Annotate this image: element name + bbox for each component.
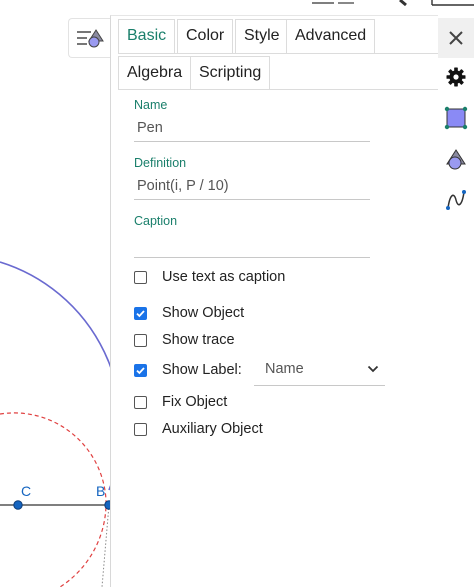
tab-scripting[interactable]: Scripting: [190, 56, 271, 90]
settings-button[interactable]: [438, 59, 474, 95]
point-c-label: C: [21, 483, 31, 499]
close-icon: [449, 31, 463, 45]
shapes-button[interactable]: [438, 141, 474, 177]
gear-icon: [446, 67, 466, 87]
label-style-value: Name: [265, 361, 304, 377]
square-object-icon: [444, 106, 468, 130]
fix-object-option[interactable]: Fix Object: [134, 392, 227, 412]
curve-button[interactable]: [438, 182, 474, 218]
show-trace-label: Show trace: [162, 332, 235, 348]
point-c: [13, 500, 23, 510]
show-object-option[interactable]: Show Object: [134, 303, 244, 323]
name-label: Name: [134, 98, 168, 112]
tab-advanced[interactable]: Advanced: [286, 19, 376, 53]
tab-color[interactable]: Color: [177, 19, 234, 53]
auxiliary-object-checkbox[interactable]: [134, 422, 147, 436]
use-text-as-caption-label: Use text as caption: [162, 269, 286, 285]
top-toolbar-fragment: [312, 0, 474, 6]
fix-object-checkbox[interactable]: [134, 395, 147, 409]
object-properties-button[interactable]: [438, 100, 474, 136]
show-object-label: Show Object: [162, 305, 245, 321]
point-b-label: B: [96, 483, 105, 499]
definition-label: Definition: [134, 156, 187, 170]
tab-divider: [118, 53, 445, 54]
use-text-as-caption-checkbox[interactable]: [134, 270, 147, 284]
app-window: C B Basic Color Style Advanced Algebra S…: [0, 0, 474, 587]
name-field[interactable]: Pen: [134, 114, 370, 142]
arc-curve: [0, 261, 112, 491]
graphics-view[interactable]: C B: [0, 0, 112, 587]
algebra-view-icon: [76, 29, 104, 48]
shapes-icon: [446, 149, 466, 170]
tab-style[interactable]: Style: [235, 19, 289, 53]
auxiliary-object-label: Auxiliary Object: [162, 421, 263, 437]
tab-algebra[interactable]: Algebra: [118, 56, 192, 90]
show-label-label: Show Label:: [162, 362, 242, 378]
show-label-checkbox[interactable]: [134, 363, 147, 377]
fix-object-label: Fix Object: [162, 394, 228, 410]
use-text-as-caption-option[interactable]: Use text as caption: [134, 267, 285, 287]
checkmark-icon: [136, 366, 145, 374]
toggle-algebra-button[interactable]: [68, 18, 110, 58]
chevron-down-icon: [367, 365, 379, 373]
show-trace-checkbox[interactable]: [134, 333, 147, 347]
show-label-option[interactable]: Show Label:: [134, 360, 242, 380]
tab-basic[interactable]: Basic: [118, 19, 176, 53]
definition-field[interactable]: Point(i, P / 10): [134, 172, 370, 200]
label-style-select[interactable]: Name: [254, 356, 385, 386]
dashed-circle: [0, 412, 107, 587]
show-object-checkbox[interactable]: [134, 306, 147, 320]
checkmark-icon: [136, 309, 145, 317]
curve-icon: [446, 190, 466, 210]
caption-field[interactable]: [134, 230, 370, 258]
caption-label: Caption: [134, 214, 178, 228]
close-button[interactable]: [438, 18, 474, 58]
auxiliary-object-option[interactable]: Auxiliary Object: [134, 419, 263, 439]
properties-sidebar: [438, 15, 474, 587]
properties-panel: Basic Color Style Advanced Algebra Scrip…: [110, 15, 445, 587]
tab-divider: [118, 89, 445, 90]
show-trace-option[interactable]: Show trace: [134, 330, 235, 350]
